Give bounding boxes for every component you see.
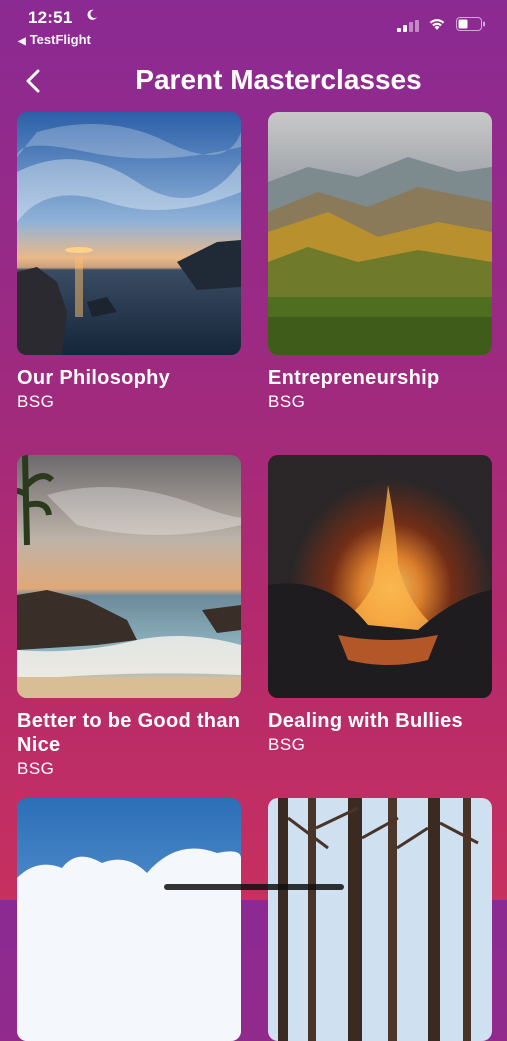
card-subtitle: BSG xyxy=(268,392,306,411)
wifi-icon xyxy=(429,19,445,30)
card-subtitle: BSG xyxy=(17,392,55,411)
ocean-sunset-image xyxy=(17,112,241,355)
card-subtitle: BSG xyxy=(268,735,306,754)
volcano-eruption-image xyxy=(268,455,492,698)
card-title: Entrepreneurship xyxy=(268,367,440,389)
forest-trees-image xyxy=(268,798,492,1041)
sky-clouds-image xyxy=(17,798,241,1041)
moon-icon xyxy=(87,9,97,20)
masterclass-card[interactable] xyxy=(268,798,492,1041)
mountain-valley-image xyxy=(268,112,492,355)
back-app-label: TestFlight xyxy=(29,32,91,47)
back-to-testflight-link[interactable]: ◀ TestFlight xyxy=(18,32,91,47)
nav-header: Parent Masterclasses xyxy=(0,58,507,104)
beach-shore-image xyxy=(17,455,241,698)
card-title: Better to be Good than Nice xyxy=(17,710,241,756)
masterclass-card[interactable]: Better to be Good than Nice BSG xyxy=(17,455,241,779)
page-title: Parent Masterclasses xyxy=(135,64,422,95)
masterclass-card[interactable]: Entrepreneurship BSG xyxy=(268,112,492,412)
back-triangle-icon: ◀ xyxy=(18,36,26,47)
card-title: Dealing with Bullies xyxy=(268,710,463,732)
card-subtitle: BSG xyxy=(17,759,55,778)
card-title: Our Philosophy xyxy=(17,367,171,389)
status-time: 12:51 xyxy=(28,8,73,27)
cellular-signal-icon xyxy=(397,20,419,32)
masterclass-card[interactable] xyxy=(17,798,241,1041)
status-bar: 12:51 ◀ TestFlight xyxy=(0,0,507,50)
masterclass-card[interactable]: Dealing with Bullies BSG xyxy=(268,455,492,755)
battery-icon xyxy=(456,17,485,31)
masterclass-card[interactable]: Our Philosophy BSG xyxy=(17,112,241,412)
home-indicator[interactable] xyxy=(164,884,344,890)
